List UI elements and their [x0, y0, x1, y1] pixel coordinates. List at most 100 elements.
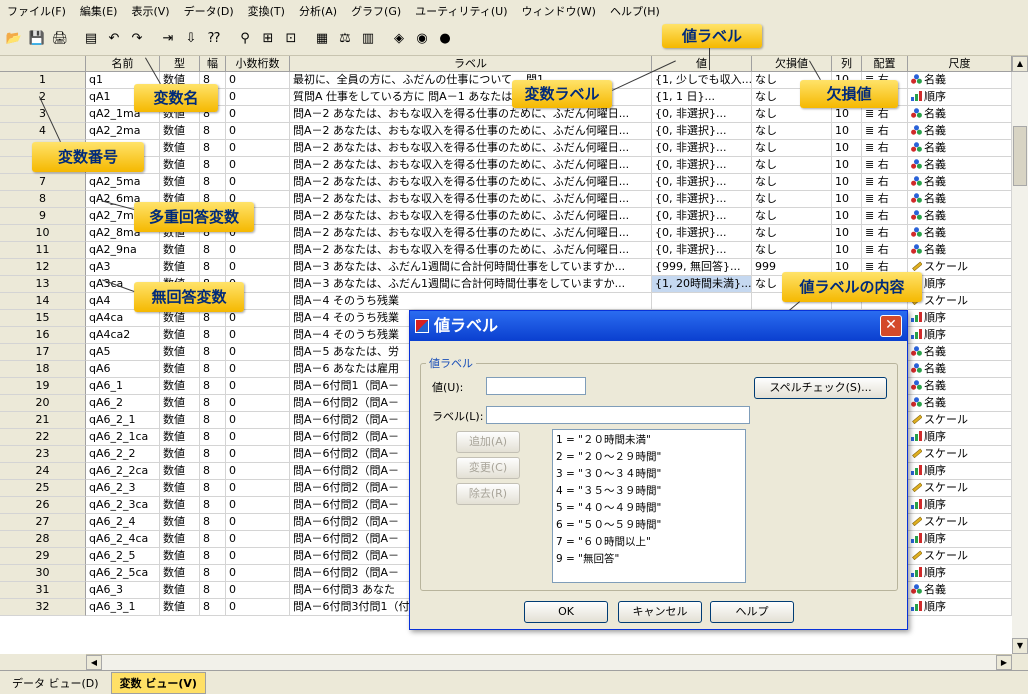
cell-name[interactable]: qA2_5ma [86, 174, 160, 191]
cell-type[interactable]: 数値 [160, 412, 200, 429]
row-number[interactable]: 10 [0, 225, 86, 242]
cell-dec[interactable]: 0 [226, 174, 290, 191]
cell-measure[interactable]: 名義 [908, 208, 1012, 225]
cell-dec[interactable]: 0 [226, 599, 290, 616]
cell-value[interactable]: {1, 1 日}... [652, 89, 752, 106]
cell-measure[interactable]: 順序 [908, 89, 1012, 106]
cell-name[interactable]: qA4ca [86, 310, 160, 327]
cell-align[interactable]: ≣ 右 [862, 140, 908, 157]
cell-width[interactable]: 8 [200, 412, 226, 429]
row-number[interactable]: 23 [0, 446, 86, 463]
cell-measure[interactable]: 名義 [908, 157, 1012, 174]
cell-cols[interactable]: 10 [832, 191, 862, 208]
cell-width[interactable]: 8 [200, 242, 226, 259]
row-number[interactable]: 7 [0, 174, 86, 191]
cell-measure[interactable]: 名義 [908, 191, 1012, 208]
cell-label[interactable]: 問A－2 あなたは、おもな収入を得る仕事のために、ふだん何曜日... [290, 106, 652, 123]
menu-item-4[interactable]: 変換(T) [241, 3, 292, 19]
close-icon[interactable]: ✕ [880, 315, 902, 337]
cell-measure[interactable]: 順序 [908, 599, 1012, 616]
cell-width[interactable]: 8 [200, 395, 226, 412]
cell-name[interactable]: qA6_2_1ca [86, 429, 160, 446]
row-number[interactable]: 24 [0, 463, 86, 480]
row-number[interactable]: 31 [0, 582, 86, 599]
cell-align[interactable]: ≣ 右 [862, 106, 908, 123]
cell-dec[interactable]: 0 [226, 140, 290, 157]
cell-dec[interactable]: 0 [226, 123, 290, 140]
cell-label[interactable]: 問A－4 そのうち残業 [290, 293, 652, 310]
cell-width[interactable]: 8 [200, 531, 226, 548]
cell-measure[interactable]: 順序 [908, 327, 1012, 344]
open-icon[interactable]: 📂 [4, 29, 24, 49]
menu-item-3[interactable]: データ(D) [177, 3, 241, 19]
value-label-item[interactable]: 9 = "無回答" [556, 551, 742, 568]
row-number[interactable]: 1 [0, 72, 86, 89]
cell-measure[interactable]: 順序 [908, 531, 1012, 548]
cell-value[interactable]: {0, 非選択}... [652, 174, 752, 191]
cell-measure[interactable]: 順序 [908, 565, 1012, 582]
cell-name[interactable]: qA6_2_4ca [86, 531, 160, 548]
row-number[interactable]: 3 [0, 106, 86, 123]
cell-type[interactable]: 数値 [160, 259, 200, 276]
cell-name[interactable]: qA6_2_5 [86, 548, 160, 565]
cell-align[interactable]: ≣ 右 [862, 242, 908, 259]
ok-button[interactable]: OK [524, 601, 608, 623]
cell-cols[interactable]: 10 [832, 242, 862, 259]
cell-measure[interactable]: 名義 [908, 582, 1012, 599]
cell-value[interactable]: {0, 非選択}... [652, 140, 752, 157]
cell-value[interactable]: {0, 非選択}... [652, 225, 752, 242]
cell-dec[interactable]: 0 [226, 412, 290, 429]
cell-measure[interactable]: 名義 [908, 395, 1012, 412]
tab-variable-view[interactable]: 変数 ビュー(V) [110, 671, 206, 694]
cell-type[interactable]: 数値 [160, 446, 200, 463]
row-number[interactable]: 26 [0, 497, 86, 514]
scroll-up-icon[interactable]: ▲ [1012, 56, 1028, 72]
cell-name[interactable]: qA6 [86, 361, 160, 378]
save-icon[interactable]: 💾 [27, 29, 47, 49]
cell-measure[interactable]: 名義 [908, 344, 1012, 361]
show-all-icon[interactable]: ● [435, 29, 455, 49]
cell-width[interactable]: 8 [200, 429, 226, 446]
cell-measure[interactable]: 順序 [908, 429, 1012, 446]
cell-align[interactable]: ≣ 右 [862, 157, 908, 174]
cell-type[interactable]: 数値 [160, 463, 200, 480]
cell-measure[interactable]: 名義 [908, 140, 1012, 157]
cell-dec[interactable]: 0 [226, 106, 290, 123]
cell-type[interactable]: 数値 [160, 395, 200, 412]
cell-measure[interactable]: 名義 [908, 361, 1012, 378]
cell-name[interactable]: qA5 [86, 344, 160, 361]
value-label-item[interactable]: 5 = "４０～４９時間" [556, 500, 742, 517]
cell-value[interactable]: {0, 非選択}... [652, 106, 752, 123]
cell-width[interactable]: 8 [200, 361, 226, 378]
scroll-down-icon[interactable]: ▼ [1012, 638, 1028, 654]
cell-cols[interactable]: 10 [832, 208, 862, 225]
value-label-item[interactable]: 1 = "２０時間未満" [556, 432, 742, 449]
column-header-4[interactable]: ラベル [290, 56, 652, 72]
cell-label[interactable]: 問A－2 あなたは、おもな収入を得る仕事のために、ふだん何曜日... [290, 123, 652, 140]
value-input[interactable] [486, 377, 586, 395]
cell-name[interactable]: qA6_3_1 [86, 599, 160, 616]
cell-width[interactable]: 8 [200, 565, 226, 582]
cell-label[interactable]: 問A－2 あなたは、おもな収入を得る仕事のために、ふだん何曜日... [290, 157, 652, 174]
cell-type[interactable]: 数値 [160, 565, 200, 582]
cell-label[interactable]: 問A－3 あなたは、ふだん1週間に合計何時間仕事をしていますか... [290, 276, 652, 293]
add-button[interactable]: 追加(A) [456, 431, 520, 453]
cell-type[interactable]: 数値 [160, 514, 200, 531]
cell-missing[interactable]: なし [752, 174, 832, 191]
cell-name[interactable]: qA6_2 [86, 395, 160, 412]
cell-measure[interactable]: スケール [908, 259, 1012, 276]
cell-value[interactable]: {0, 非選択}... [652, 157, 752, 174]
cell-value[interactable]: {0, 非選択}... [652, 191, 752, 208]
cell-cols[interactable]: 10 [832, 157, 862, 174]
label-input[interactable] [486, 406, 750, 424]
cell-value[interactable]: {999, 無回答}... [652, 259, 752, 276]
cell-width[interactable]: 8 [200, 378, 226, 395]
row-number[interactable]: 30 [0, 565, 86, 582]
cell-type[interactable]: 数値 [160, 174, 200, 191]
cell-width[interactable]: 8 [200, 123, 226, 140]
row-number[interactable]: 13 [0, 276, 86, 293]
dialog-title-bar[interactable]: 値ラベル ✕ [410, 311, 907, 341]
tab-data-view[interactable]: データ ビュー(D) [4, 673, 107, 693]
value-label-item[interactable]: 4 = "３５～３９時間" [556, 483, 742, 500]
split-file-icon[interactable]: ▦ [312, 29, 332, 49]
